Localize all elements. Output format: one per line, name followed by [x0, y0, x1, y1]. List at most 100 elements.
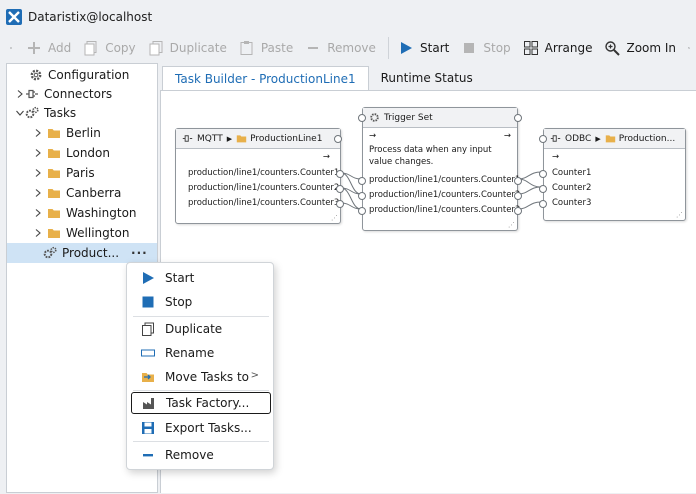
- tree-item-connectors[interactable]: Connectors: [7, 84, 157, 104]
- zoom-in-icon: [604, 40, 620, 56]
- tab-task-builder[interactable]: Task Builder - ProductionLine1: [162, 66, 369, 90]
- tree-item-canberra[interactable]: Canberra: [7, 183, 157, 203]
- tree-item-wellington[interactable]: Wellington: [7, 223, 157, 243]
- menu-item-start[interactable]: Start: [131, 267, 271, 289]
- node-top-port[interactable]: [334, 135, 342, 143]
- odbc-input-row: Counter3: [552, 198, 591, 208]
- chevron-right-icon[interactable]: [33, 208, 43, 218]
- node-top-port[interactable]: [539, 135, 547, 143]
- chevron-right-icon[interactable]: [33, 188, 43, 198]
- input-port[interactable]: [358, 207, 366, 215]
- gears-icon: [25, 106, 39, 120]
- input-port[interactable]: [358, 192, 366, 200]
- duplicate-button[interactable]: Duplicate: [148, 40, 227, 56]
- chevron-right-icon[interactable]: [15, 89, 25, 99]
- output-port[interactable]: [336, 200, 344, 208]
- trigger-set-node[interactable]: Trigger Set → → Process data when any in…: [362, 107, 518, 231]
- odbc-input-row: Counter2: [552, 183, 591, 193]
- caret-right-icon: ▶: [227, 135, 232, 143]
- menu-item-rename[interactable]: Rename: [131, 342, 271, 364]
- connector-plug-icon: [182, 133, 193, 144]
- connector-plug-icon: [550, 133, 561, 144]
- gear-icon: [369, 112, 380, 123]
- node-top-port[interactable]: [358, 114, 366, 122]
- context-menu: Start Stop Duplicate Rename Move Tasks t…: [126, 262, 274, 470]
- copy-button[interactable]: Copy: [83, 40, 135, 56]
- resize-grip-icon[interactable]: ⋰: [508, 221, 515, 229]
- tree-item-tasks[interactable]: Tasks: [7, 103, 157, 123]
- paste-icon: [239, 40, 255, 56]
- menu-separator: [133, 441, 269, 442]
- menu-item-remove[interactable]: Remove: [131, 444, 271, 466]
- output-port[interactable]: [514, 207, 522, 215]
- folder-icon: [47, 146, 61, 160]
- stop-icon: [141, 295, 155, 309]
- input-port[interactable]: [539, 200, 547, 208]
- odbc-target-node[interactable]: ODBC ▶ Production... → Counter1 Counter2…: [543, 128, 686, 221]
- duplicate-icon: [148, 40, 164, 56]
- chevron-right-icon[interactable]: [33, 148, 43, 158]
- folder-icon: [47, 186, 61, 200]
- folder-icon: [47, 126, 61, 140]
- gears-icon: [43, 246, 57, 260]
- duplicate-icon: [141, 322, 155, 336]
- hamburger-menu-icon[interactable]: [10, 40, 12, 56]
- trigger-row: production/line1/counters.Counter2: [369, 190, 520, 200]
- trigger-row: production/line1/counters.Counter1: [369, 175, 520, 185]
- folder-icon: [236, 133, 247, 144]
- stop-button[interactable]: Stop: [461, 40, 510, 56]
- dataristix-logo-icon: [6, 9, 22, 25]
- tree-item-paris[interactable]: Paris: [7, 163, 157, 183]
- input-port[interactable]: [358, 177, 366, 185]
- more-options-button[interactable]: ···: [131, 246, 148, 260]
- tab-runtime-status[interactable]: Runtime Status: [369, 66, 485, 90]
- remove-button[interactable]: Remove: [305, 40, 376, 56]
- output-port[interactable]: [336, 185, 344, 193]
- paste-button[interactable]: Paste: [239, 40, 293, 56]
- tree-item-productionline1[interactable]: Product... ···: [7, 243, 157, 263]
- arrange-button[interactable]: Arrange: [523, 40, 593, 56]
- toolbar: Add Copy Duplicate Paste Remove Start St…: [0, 34, 696, 62]
- output-arrow: →: [323, 152, 330, 162]
- folder-icon: [47, 206, 61, 220]
- tree-item-washington[interactable]: Washington: [7, 203, 157, 223]
- minus-icon: [305, 40, 321, 56]
- resize-grip-icon[interactable]: ⋰: [676, 211, 683, 219]
- output-port[interactable]: [336, 170, 344, 178]
- input-port[interactable]: [539, 170, 547, 178]
- start-button[interactable]: Start: [398, 40, 449, 56]
- save-floppy-icon: [141, 421, 155, 435]
- chevron-right-icon[interactable]: [33, 128, 43, 138]
- chevron-right-icon[interactable]: [33, 228, 43, 238]
- tree-item-london[interactable]: London: [7, 143, 157, 163]
- output-port[interactable]: [514, 177, 522, 185]
- zoom-out-icon[interactable]: [688, 40, 690, 56]
- menu-item-move-tasks-to[interactable]: Move Tasks to >: [131, 366, 271, 388]
- input-port[interactable]: [539, 185, 547, 193]
- chevron-down-icon[interactable]: [15, 108, 25, 118]
- tab-bar: Task Builder - ProductionLine1 Runtime S…: [162, 66, 485, 90]
- tree-item-configuration[interactable]: Configuration: [7, 65, 157, 85]
- plus-icon: [26, 40, 42, 56]
- resize-grip-icon[interactable]: ⋰: [331, 214, 338, 222]
- menu-item-stop[interactable]: Stop: [131, 291, 271, 313]
- menu-item-task-factory[interactable]: Task Factory...: [131, 392, 271, 414]
- tree-item-berlin[interactable]: Berlin: [7, 123, 157, 143]
- play-icon: [398, 40, 414, 56]
- node-header: MQTT ▶ ProductionLine1: [176, 129, 340, 149]
- mqtt-output-row: production/line1/counters.Counter3: [188, 198, 339, 208]
- menu-item-duplicate[interactable]: Duplicate: [131, 318, 271, 340]
- add-button[interactable]: Add: [26, 40, 71, 56]
- copy-icon: [83, 40, 99, 56]
- mqtt-output-row: production/line1/counters.Counter1: [188, 168, 339, 178]
- chevron-right-icon: >: [251, 370, 259, 381]
- node-top-port[interactable]: [514, 114, 522, 122]
- output-port[interactable]: [514, 192, 522, 200]
- menu-separator: [133, 390, 269, 391]
- minus-icon: [141, 448, 155, 462]
- chevron-right-icon[interactable]: [33, 168, 43, 178]
- zoom-in-button[interactable]: Zoom In: [604, 40, 676, 56]
- folder-icon: [605, 133, 616, 144]
- menu-item-export-tasks[interactable]: Export Tasks...: [131, 417, 271, 439]
- mqtt-source-node[interactable]: MQTT ▶ ProductionLine1 → production/line…: [175, 128, 341, 224]
